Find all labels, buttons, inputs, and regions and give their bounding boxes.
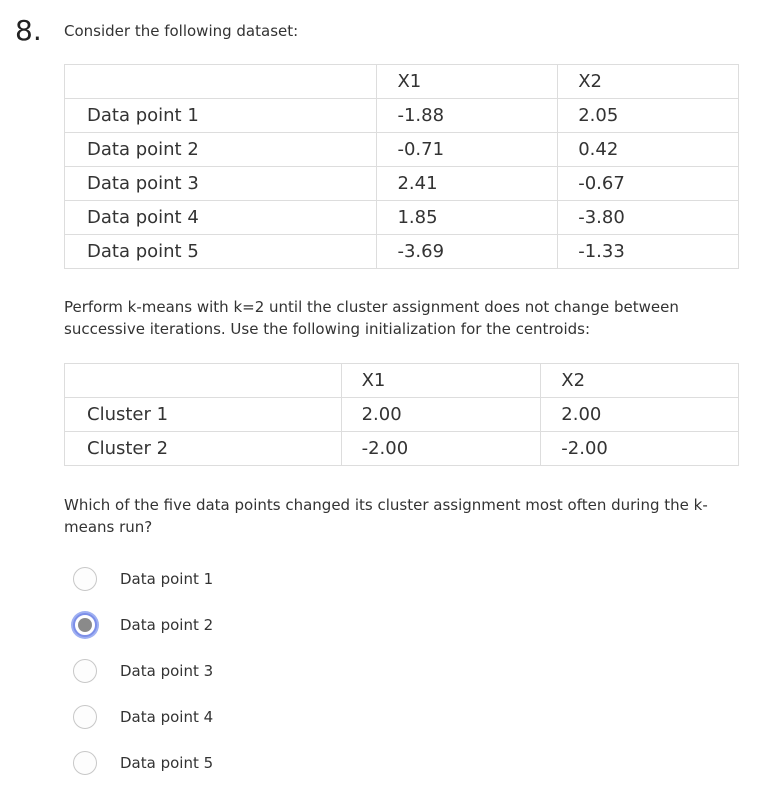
x2-value: 2.00 <box>540 397 739 432</box>
x1-value: -0.71 <box>376 132 559 167</box>
centroids-header-x1: X1 <box>340 363 542 398</box>
x2-value: -1.33 <box>557 234 739 269</box>
dataset-header-cell <box>63 64 378 99</box>
dataset-header-row: X1 X2 <box>63 64 739 99</box>
row-label: Cluster 2 <box>64 431 342 466</box>
centroids-header-cell <box>64 363 342 398</box>
answer-options: Data point 1 Data point 2 Data point 3 D… <box>73 556 213 786</box>
radio-button[interactable] <box>73 567 97 591</box>
question-number: 8. <box>15 14 42 47</box>
centroids-header-row: X1 X2 <box>64 363 739 398</box>
dataset-header-x2: X2 <box>557 64 739 99</box>
option-data-point-5[interactable]: Data point 5 <box>73 740 213 786</box>
table-row: Data point 5 -3.69 -1.33 <box>63 234 739 269</box>
centroids-header-x2: X2 <box>540 363 739 398</box>
option-label[interactable]: Data point 4 <box>120 708 213 726</box>
x1-value: -2.00 <box>340 431 542 466</box>
centroids-table: X1 X2 Cluster 1 2.00 2.00 Cluster 2 -2.0… <box>64 363 739 466</box>
table-row: Cluster 2 -2.00 -2.00 <box>64 431 739 466</box>
radio-button[interactable] <box>73 751 97 775</box>
dataset-header-x1: X1 <box>376 64 559 99</box>
question-ask: Which of the five data points changed it… <box>64 496 708 536</box>
x2-value: -0.67 <box>557 166 739 201</box>
radio-button[interactable] <box>73 705 97 729</box>
option-data-point-4[interactable]: Data point 4 <box>73 694 213 740</box>
row-label: Data point 3 <box>63 166 378 201</box>
option-label[interactable]: Data point 1 <box>120 570 213 588</box>
table-row: Data point 3 2.41 -0.67 <box>63 166 739 201</box>
option-label[interactable]: Data point 2 <box>120 616 213 634</box>
x2-value: -2.00 <box>540 431 739 466</box>
x2-value: 0.42 <box>557 132 739 167</box>
option-label[interactable]: Data point 5 <box>120 754 213 772</box>
row-label: Data point 1 <box>63 98 378 133</box>
table-row: Data point 1 -1.88 2.05 <box>63 98 739 133</box>
option-label[interactable]: Data point 3 <box>120 662 213 680</box>
x1-value: 1.85 <box>376 200 559 235</box>
option-data-point-3[interactable]: Data point 3 <box>73 648 213 694</box>
dataset-table: X1 X2 Data point 1 -1.88 2.05 Data point… <box>63 64 739 269</box>
row-label: Data point 5 <box>63 234 378 269</box>
x1-value: 2.41 <box>376 166 559 201</box>
radio-button-selected[interactable] <box>73 613 97 637</box>
question-instruction: Perform k-means with k=2 until the clust… <box>64 298 679 338</box>
radio-button[interactable] <box>73 659 97 683</box>
option-data-point-1[interactable]: Data point 1 <box>73 556 213 602</box>
table-row: Cluster 1 2.00 2.00 <box>64 397 739 432</box>
question-prompt: Consider the following dataset: <box>64 22 299 40</box>
x1-value: -1.88 <box>376 98 559 133</box>
x1-value: 2.00 <box>340 397 542 432</box>
row-label: Cluster 1 <box>64 397 342 432</box>
option-data-point-2[interactable]: Data point 2 <box>73 602 213 648</box>
row-label: Data point 2 <box>63 132 378 167</box>
x2-value: 2.05 <box>557 98 739 133</box>
x2-value: -3.80 <box>557 200 739 235</box>
row-label: Data point 4 <box>63 200 378 235</box>
table-row: Data point 4 1.85 -3.80 <box>63 200 739 235</box>
table-row: Data point 2 -0.71 0.42 <box>63 132 739 167</box>
x1-value: -3.69 <box>376 234 559 269</box>
